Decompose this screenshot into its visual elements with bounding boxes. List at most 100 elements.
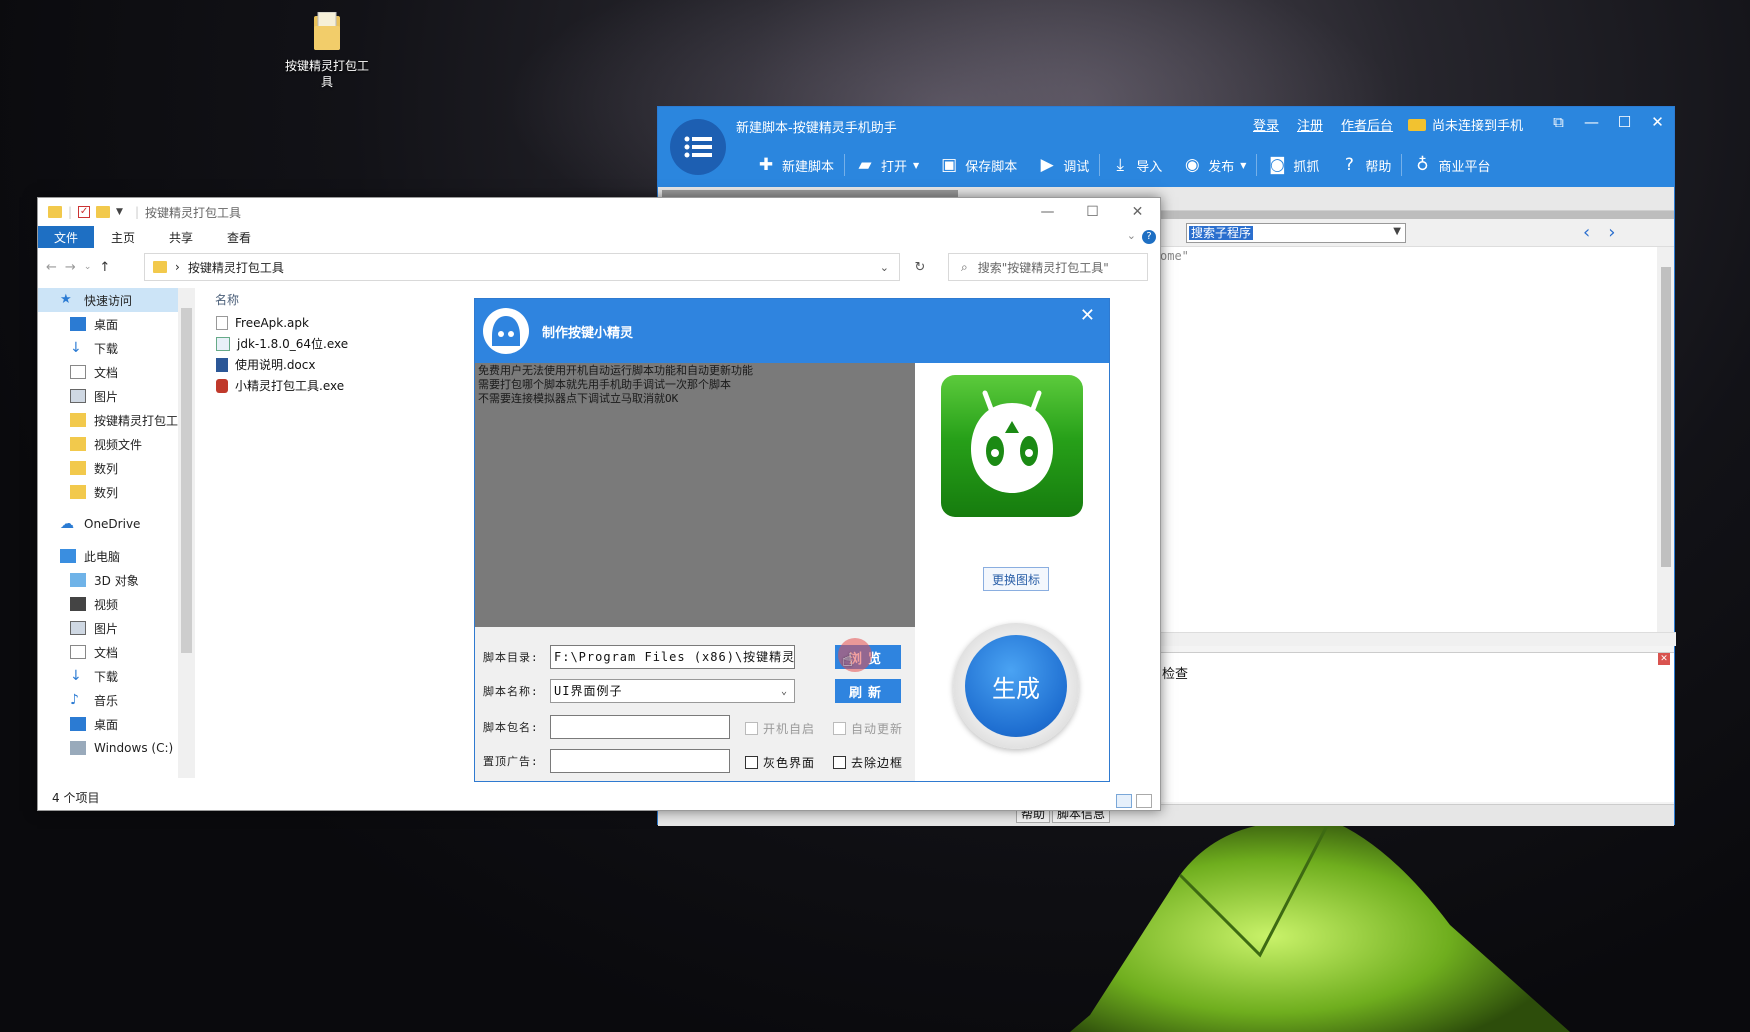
no-border-checkbox[interactable]: 去除边框 [833,754,903,771]
up-arrow-icon[interactable]: ↑ [99,260,110,275]
nav-item-pictures[interactable]: 图片✦ [38,384,193,408]
refresh-icon[interactable]: ↻ [906,253,934,281]
business-platform-button[interactable]: ♁ 商业平台 [1402,151,1500,179]
nav-item-series-2[interactable]: 数列 [38,480,193,504]
chevron-down-icon: ▼ [1393,226,1401,237]
large-icons-view-icon[interactable] [1136,794,1152,808]
register-link[interactable]: 注册 [1297,115,1323,134]
nav-item-videos[interactable]: 视频 [38,592,193,616]
nav-item-3d-objects[interactable]: 3D 对象 [38,568,193,592]
open-button[interactable]: ▰ 打开 ▼ [845,151,929,179]
login-link[interactable]: 登录 [1253,115,1279,134]
picture-icon [70,621,86,635]
help-icon[interactable]: ? [1142,230,1156,244]
video-icon [70,597,86,611]
nav-item-downloads[interactable]: ↓下载✦ [38,336,193,360]
change-icon-button[interactable]: 更换图标 [983,567,1049,591]
nav-item-pc-pictures[interactable]: 图片 [38,616,193,640]
list-item[interactable]: 使用说明.docx [212,354,512,375]
nav-onedrive[interactable]: ☁ OneDrive [38,512,193,536]
subroutine-search-text: 搜索子程序 [1189,226,1254,240]
recent-dropdown-icon[interactable]: ⌄ [84,262,92,272]
tab-share[interactable]: 共享 [152,229,210,246]
minimize-button[interactable]: — [1025,198,1070,226]
package-name-field[interactable] [550,715,730,739]
console-line: 不需要连接模拟器点下调试立马取消就OK [478,392,679,405]
new-script-button[interactable]: ✚ 新建脚本 [746,151,844,179]
maximize-button[interactable]: ☐ [1070,198,1115,226]
generate-button[interactable]: 生成 [965,635,1067,737]
nav-item-drive-c[interactable]: Windows (C:) [38,736,193,760]
nav-quick-access[interactable]: ★ 快速访问 [38,288,193,312]
list-item[interactable]: FreeApk.apk [212,312,512,333]
capture-button[interactable]: ◙ 抓抓 [1257,151,1329,179]
nav-item-pc-documents[interactable]: 文档 [38,640,193,664]
publish-button[interactable]: ◉ 发布 ▼ [1172,151,1256,179]
import-button[interactable]: ⤓ 导入 [1100,151,1172,179]
folder-icon [70,413,86,427]
save-script-button[interactable]: ▣ 保存脚本 [929,151,1027,179]
close-button[interactable]: ✕ [1641,107,1674,137]
minimize-button[interactable]: — [1575,107,1608,137]
tab-file[interactable]: 文件 [38,226,94,248]
connection-status[interactable]: 尚未连接到手机 [1408,115,1523,134]
customize-dropdown-icon[interactable]: ▼ [116,207,123,217]
nav-item-pc-desktop[interactable]: 桌面 [38,712,193,736]
editor-vertical-scrollbar[interactable] [1657,247,1674,632]
editor-horizontal-scrollbar[interactable] [1158,632,1676,646]
list-item[interactable]: jdk-1.8.0_64位.exe [212,333,512,354]
forward-arrow-icon[interactable]: → [65,260,76,275]
panel-close-icon[interactable]: ✕ [1658,653,1670,665]
search-input[interactable]: ⌕ 搜索"按键精灵打包工具" [948,253,1148,281]
nav-item-documents[interactable]: 文档✦ [38,360,193,384]
properties-check-icon[interactable]: ✓ [78,206,91,218]
debug-button[interactable]: ▶ 调试 [1027,151,1099,179]
autoupdate-checkbox[interactable]: 自动更新 [833,720,903,737]
forward-arrow-icon[interactable]: › [1608,222,1615,243]
menu-icon[interactable] [670,119,726,175]
script-dir-row: 脚本目录: F:\Program Files (x86)\按键精灵\按键精 [483,645,795,669]
gray-ui-checkbox[interactable]: 灰色界面 [745,754,815,771]
nav-scrollbar[interactable] [178,288,195,778]
maximize-button[interactable]: ☐ [1608,107,1641,137]
nav-this-pc[interactable]: 此电脑 [38,544,193,568]
tab-home[interactable]: 主页 [94,229,152,246]
open-label: 打开 [881,159,908,175]
close-icon[interactable]: ✕ [1080,305,1095,326]
nav-item-desktop[interactable]: 桌面✦ [38,312,193,336]
new-folder-icon[interactable] [96,206,111,218]
autostart-checkbox[interactable]: 开机自启 [745,720,815,737]
desktop-folder-icon[interactable]: 按键精灵打包工具 [282,11,372,90]
top-ad-field[interactable] [550,749,730,773]
breadcrumb[interactable]: 按键精灵打包工具 [188,259,284,276]
nav-item-music[interactable]: ♪ 音乐 [38,688,193,712]
back-arrow-icon[interactable]: ← [46,260,57,275]
nav-item-series-1[interactable]: 数列 [38,456,193,480]
restore-tray-icon[interactable]: ⧉ [1542,107,1575,137]
back-arrow-icon[interactable]: ‹ [1583,222,1590,243]
refresh-button[interactable]: 刷新 [835,679,901,703]
author-console-link[interactable]: 作者后台 [1341,115,1393,134]
expand-ribbon-icon[interactable]: ⌄ [1127,229,1136,242]
tab-view[interactable]: 查看 [210,229,268,246]
list-item[interactable]: 小精灵打包工具.exe [212,375,512,396]
address-bar[interactable]: › 按键精灵打包工具 ⌄ [144,253,900,281]
script-name-select[interactable]: UI界面例子 ⌄ [550,679,795,703]
nav-item-packtool[interactable]: 按键精灵打包工... [38,408,193,432]
nav-item-videos-folder[interactable]: 视频文件 [38,432,193,456]
chevron-down-icon: ⌄ [780,686,788,697]
connection-text: 尚未连接到手机 [1432,119,1524,134]
scroll-thumb[interactable] [181,308,192,653]
help-button[interactable]: ? 帮助 [1329,151,1401,179]
helper-account-links: 登录 注册 作者后台 [1253,115,1393,134]
nav-item-pc-downloads[interactable]: ↓ 下载 [38,664,193,688]
subroutine-search-combo[interactable]: 搜索子程序 ▼ [1186,223,1406,243]
scroll-thumb[interactable] [1661,267,1671,567]
code-editor[interactable]: ome" [1158,247,1658,632]
close-button[interactable]: ✕ [1115,198,1160,226]
column-header-name[interactable]: 名称 [212,288,512,312]
checkbox-box [745,722,758,735]
details-view-icon[interactable] [1116,794,1132,808]
chevron-down-icon[interactable]: ⌄ [880,261,889,274]
script-dir-field[interactable]: F:\Program Files (x86)\按键精灵\按键精 [550,645,795,669]
